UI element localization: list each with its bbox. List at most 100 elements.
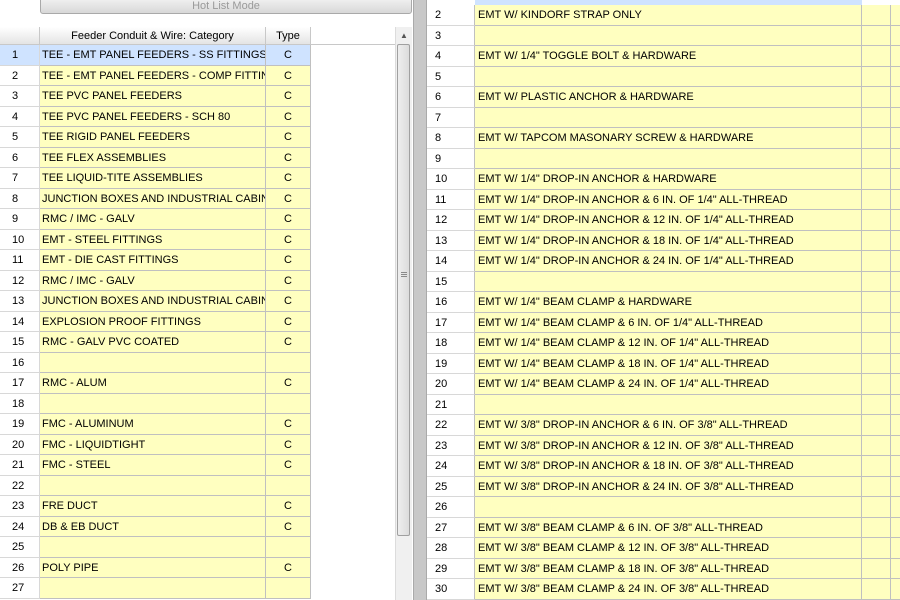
extra-cell[interactable] bbox=[891, 538, 900, 559]
type-cell[interactable] bbox=[266, 475, 311, 496]
extra-cell[interactable] bbox=[862, 189, 891, 210]
extra-cell[interactable] bbox=[891, 292, 900, 313]
extra-cell[interactable] bbox=[862, 271, 891, 292]
extra-cell[interactable] bbox=[862, 312, 891, 333]
description-cell[interactable]: EMT W/ 3/8" DROP-IN ANCHOR & 6 IN. OF 3/… bbox=[475, 415, 862, 436]
extra-cell[interactable] bbox=[891, 312, 900, 333]
detail-row[interactable]: 13 EMT W/ 1/4" DROP-IN ANCHOR & 18 IN. OF… bbox=[427, 230, 900, 251]
detail-row[interactable]: 27 EMT W/ 3/8" BEAM CLAMP & 6 IN. OF 3/8"… bbox=[427, 517, 900, 538]
category-row[interactable]: 11 EMT - DIE CAST FITTINGS C bbox=[0, 250, 395, 271]
description-cell[interactable] bbox=[475, 271, 862, 292]
category-cell[interactable]: DB & EB DUCT bbox=[40, 516, 266, 537]
extra-cell[interactable] bbox=[862, 538, 891, 559]
description-cell[interactable]: EMT W/ 3/8" DROP-IN ANCHOR & 12 IN. OF 3… bbox=[475, 435, 862, 456]
hot-list-mode-button[interactable]: Hot List Mode bbox=[40, 0, 412, 14]
type-cell[interactable] bbox=[266, 578, 311, 599]
extra-cell[interactable] bbox=[891, 66, 900, 87]
description-cell[interactable]: EMT W/ TAPCOM MASONARY SCREW & HARDWARE bbox=[475, 128, 862, 149]
type-cell[interactable] bbox=[266, 393, 311, 414]
detail-row[interactable]: 10 EMT W/ 1/4" DROP-IN ANCHOR & HARDWARE bbox=[427, 169, 900, 190]
detail-row[interactable]: 18 EMT W/ 1/4" BEAM CLAMP & 12 IN. OF 1/4… bbox=[427, 333, 900, 354]
extra-cell[interactable] bbox=[891, 497, 900, 518]
extra-cell[interactable] bbox=[862, 148, 891, 169]
category-cell[interactable]: TEE - EMT PANEL FEEDERS - SS FITTINGS bbox=[40, 45, 266, 66]
detail-row[interactable]: 24 EMT W/ 3/8" DROP-IN ANCHOR & 18 IN. OF… bbox=[427, 456, 900, 477]
type-cell[interactable]: C bbox=[266, 373, 311, 394]
detail-row[interactable]: 9 bbox=[427, 148, 900, 169]
category-row[interactable]: 10 EMT - STEEL FITTINGS C bbox=[0, 229, 395, 250]
description-cell[interactable]: EMT W/ 1/4" BEAM CLAMP & HARDWARE bbox=[475, 292, 862, 313]
description-cell[interactable]: EMT W/ 3/8" BEAM CLAMP & 18 IN. OF 3/8" … bbox=[475, 558, 862, 579]
extra-cell[interactable] bbox=[862, 374, 891, 395]
description-cell[interactable]: EMT W/ 3/8" BEAM CLAMP & 24 IN. OF 3/8" … bbox=[475, 579, 862, 600]
type-cell[interactable]: C bbox=[266, 250, 311, 271]
category-cell[interactable]: FRE DUCT bbox=[40, 496, 266, 517]
detail-row[interactable]: 14 EMT W/ 1/4" DROP-IN ANCHOR & 24 IN. OF… bbox=[427, 251, 900, 272]
detail-row[interactable]: 21 bbox=[427, 394, 900, 415]
category-cell[interactable] bbox=[40, 352, 266, 373]
detail-row[interactable]: 22 EMT W/ 3/8" DROP-IN ANCHOR & 6 IN. OF … bbox=[427, 415, 900, 436]
extra-cell[interactable] bbox=[891, 374, 900, 395]
category-cell[interactable]: EMT - DIE CAST FITTINGS bbox=[40, 250, 266, 271]
type-cell[interactable]: C bbox=[266, 311, 311, 332]
extra-cell[interactable] bbox=[862, 169, 891, 190]
category-row[interactable]: 17 RMC - ALUM C bbox=[0, 373, 395, 394]
category-row[interactable]: 2 TEE - EMT PANEL FEEDERS - COMP FITTINGS… bbox=[0, 65, 395, 86]
category-cell[interactable]: TEE - EMT PANEL FEEDERS - COMP FITTINGS bbox=[40, 65, 266, 86]
category-cell[interactable]: TEE PVC PANEL FEEDERS bbox=[40, 86, 266, 107]
type-cell[interactable]: C bbox=[266, 168, 311, 189]
detail-row[interactable]: 28 EMT W/ 3/8" BEAM CLAMP & 12 IN. OF 3/8… bbox=[427, 538, 900, 559]
description-cell[interactable]: EMT W/ 1/4" DROP-IN ANCHOR & HARDWARE bbox=[475, 169, 862, 190]
pane-splitter[interactable] bbox=[413, 0, 427, 600]
extra-cell[interactable] bbox=[862, 415, 891, 436]
description-cell[interactable]: EMT W/ 1/4" DROP-IN ANCHOR & 18 IN. OF 1… bbox=[475, 230, 862, 251]
extra-cell[interactable] bbox=[862, 5, 891, 26]
type-cell[interactable]: C bbox=[266, 496, 311, 517]
category-cell[interactable] bbox=[40, 475, 266, 496]
extra-cell[interactable] bbox=[891, 435, 900, 456]
category-cell[interactable]: TEE FLEX ASSEMBLIES bbox=[40, 147, 266, 168]
category-cell[interactable]: FMC - ALUMINUM bbox=[40, 414, 266, 435]
category-cell[interactable]: JUNCTION BOXES AND INDUSTRIAL CABINETS bbox=[40, 188, 266, 209]
category-cell[interactable]: RMC - GALV PVC COATED bbox=[40, 332, 266, 353]
description-cell[interactable]: EMT W/ 1/4" DROP-IN ANCHOR & 12 IN. OF 1… bbox=[475, 210, 862, 231]
extra-cell[interactable] bbox=[891, 579, 900, 600]
extra-cell[interactable] bbox=[891, 5, 900, 26]
category-row[interactable]: 6 TEE FLEX ASSEMBLIES C bbox=[0, 147, 395, 168]
category-row[interactable]: 13 JUNCTION BOXES AND INDUSTRIAL CABINETS… bbox=[0, 291, 395, 312]
type-cell[interactable]: C bbox=[266, 434, 311, 455]
category-cell[interactable] bbox=[40, 537, 266, 558]
category-cell[interactable]: JUNCTION BOXES AND INDUSTRIAL CABINETS bbox=[40, 291, 266, 312]
category-cell[interactable]: FMC - LIQUIDTIGHT bbox=[40, 434, 266, 455]
detail-row[interactable]: 12 EMT W/ 1/4" DROP-IN ANCHOR & 12 IN. OF… bbox=[427, 210, 900, 231]
detail-row[interactable]: 17 EMT W/ 1/4" BEAM CLAMP & 6 IN. OF 1/4"… bbox=[427, 312, 900, 333]
type-cell[interactable]: C bbox=[266, 557, 311, 578]
detail-row[interactable]: 25 EMT W/ 3/8" DROP-IN ANCHOR & 24 IN. OF… bbox=[427, 476, 900, 497]
detail-row[interactable]: 20 EMT W/ 1/4" BEAM CLAMP & 24 IN. OF 1/4… bbox=[427, 374, 900, 395]
extra-cell[interactable] bbox=[891, 107, 900, 128]
description-cell[interactable]: EMT W/ PLASTIC ANCHOR & HARDWARE bbox=[475, 87, 862, 108]
description-cell[interactable] bbox=[475, 497, 862, 518]
extra-cell[interactable] bbox=[862, 476, 891, 497]
category-row[interactable]: 8 JUNCTION BOXES AND INDUSTRIAL CABINETS C bbox=[0, 188, 395, 209]
extra-cell[interactable] bbox=[891, 558, 900, 579]
description-cell[interactable] bbox=[475, 107, 862, 128]
type-cell[interactable]: C bbox=[266, 229, 311, 250]
extra-cell[interactable] bbox=[862, 292, 891, 313]
extra-cell[interactable] bbox=[862, 210, 891, 231]
type-cell[interactable]: C bbox=[266, 209, 311, 230]
type-cell[interactable]: C bbox=[266, 455, 311, 476]
extra-cell[interactable] bbox=[862, 517, 891, 538]
type-cell[interactable] bbox=[266, 537, 311, 558]
extra-cell[interactable] bbox=[891, 189, 900, 210]
category-cell[interactable]: RMC - ALUM bbox=[40, 373, 266, 394]
category-cell[interactable]: TEE PVC PANEL FEEDERS - SCH 80 bbox=[40, 106, 266, 127]
scroll-thumb[interactable] bbox=[397, 44, 410, 536]
type-cell[interactable]: C bbox=[266, 65, 311, 86]
extra-cell[interactable] bbox=[862, 435, 891, 456]
description-cell[interactable]: EMT W/ 1/4" DROP-IN ANCHOR & 6 IN. OF 1/… bbox=[475, 189, 862, 210]
category-cell[interactable]: FMC - STEEL bbox=[40, 455, 266, 476]
detail-row[interactable]: 7 bbox=[427, 107, 900, 128]
extra-cell[interactable] bbox=[862, 333, 891, 354]
category-row[interactable]: 14 EXPLOSION PROOF FITTINGS C bbox=[0, 311, 395, 332]
